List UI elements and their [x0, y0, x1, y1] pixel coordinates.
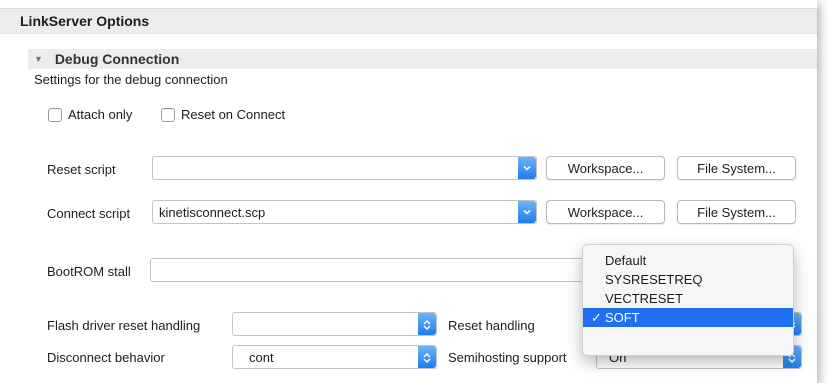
section-header-debug-connection[interactable]: ▼ Debug Connection: [28, 49, 817, 69]
menu-item-vectreset[interactable]: VECTRESET: [583, 289, 793, 308]
reset-script-label: Reset script: [47, 162, 116, 177]
semihosting-support-label: Semihosting support: [448, 350, 567, 365]
attach-only-checkbox[interactable]: [48, 108, 62, 122]
updown-chevron-icon[interactable]: [418, 346, 436, 368]
reset-on-connect-checkbox[interactable]: [161, 108, 175, 122]
reset-handling-popup-menu[interactable]: Default SYSRESETREQ VECTRESET ✓ SOFT: [582, 244, 794, 356]
disconnect-behavior-select[interactable]: cont: [232, 345, 437, 369]
reset-on-connect-label[interactable]: Reset on Connect: [181, 107, 285, 122]
reset-script-workspace-button[interactable]: Workspace...: [546, 156, 665, 180]
menu-item-soft-label: SOFT: [605, 310, 640, 325]
panel-header: LinkServer Options: [0, 8, 817, 34]
disconnect-behavior-label: Disconnect behavior: [47, 350, 165, 365]
connect-script-file-system-button[interactable]: File System...: [677, 200, 796, 224]
checkmark-icon: ✓: [591, 310, 602, 325]
reset-script-file-system-button[interactable]: File System...: [677, 156, 796, 180]
attach-only-label[interactable]: Attach only: [68, 107, 132, 122]
menu-item-sysresetreq[interactable]: SYSRESETREQ: [583, 270, 793, 289]
disclosure-triangle-icon[interactable]: ▼: [34, 54, 43, 64]
chevron-down-icon[interactable]: [518, 201, 536, 223]
updown-chevron-icon[interactable]: [418, 313, 436, 335]
connect-script-label: Connect script: [47, 206, 131, 221]
reset-script-combo[interactable]: [152, 156, 537, 180]
linkserver-options-panel: LinkServer Options ▼ Debug Connection Se…: [0, 0, 817, 383]
bootrom-stall-label: BootROM stall: [47, 264, 131, 279]
chevron-down-icon[interactable]: [518, 157, 536, 179]
menu-item-default[interactable]: Default: [583, 251, 793, 270]
connect-script-value: kinetisconnect.scp: [159, 205, 266, 220]
flash-driver-reset-label: Flash driver reset handling: [47, 318, 201, 333]
disconnect-behavior-value: cont: [249, 350, 274, 365]
menu-item-soft[interactable]: ✓ SOFT: [583, 308, 793, 327]
connect-script-combo[interactable]: kinetisconnect.scp: [152, 200, 537, 224]
connect-script-workspace-button[interactable]: Workspace...: [546, 200, 665, 224]
reset-handling-label: Reset handling: [448, 318, 535, 333]
bootrom-stall-field[interactable]: [150, 258, 590, 282]
flash-driver-reset-select[interactable]: [232, 312, 437, 336]
section-description: Settings for the debug connection: [34, 72, 228, 87]
section-title: Debug Connection: [54, 51, 180, 67]
panel-title: LinkServer Options: [20, 13, 150, 29]
